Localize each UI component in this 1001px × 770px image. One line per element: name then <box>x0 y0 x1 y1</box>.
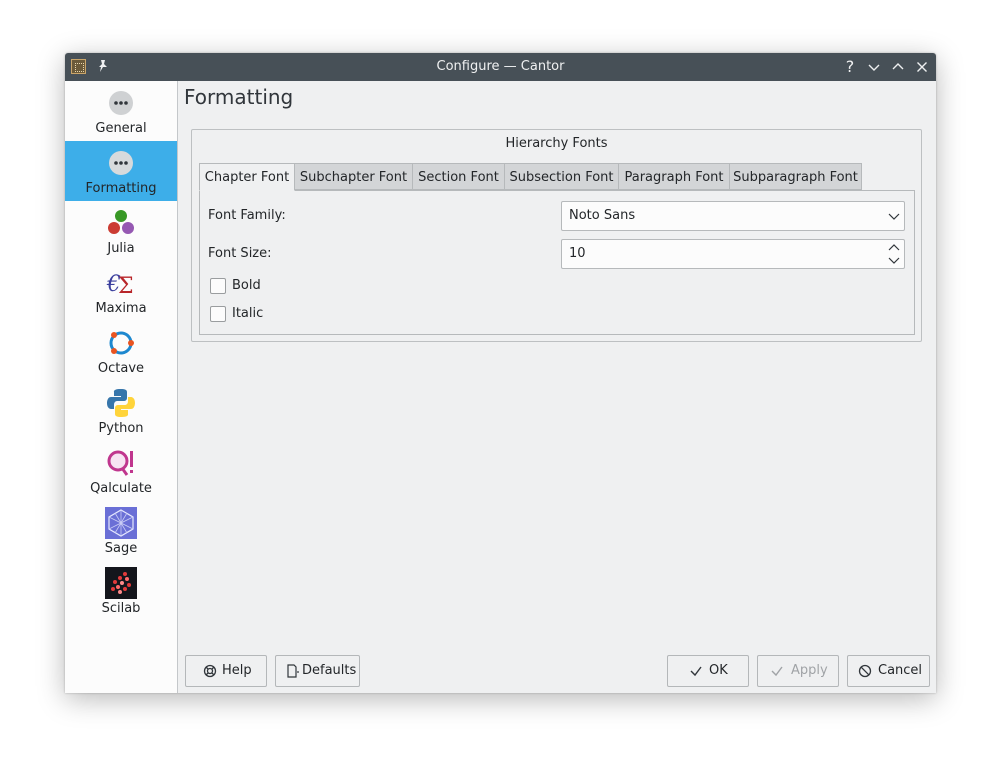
sidebar-item-scilab[interactable]: Scilab <box>65 561 177 621</box>
svg-text:Σ: Σ <box>118 274 134 299</box>
maximize-icon[interactable] <box>890 59 906 75</box>
tab-chapter-font[interactable]: Chapter Font <box>199 163 295 191</box>
spin-up-icon[interactable] <box>888 243 900 253</box>
help-button[interactable]: Help <box>185 655 267 687</box>
tab-subsection-font[interactable]: Subsection Font <box>504 163 619 190</box>
tab-section-font[interactable]: Section Font <box>412 163 505 190</box>
sidebar-item-sage[interactable]: Sage <box>65 501 177 561</box>
defaults-button[interactable]: Defaults <box>275 655 360 687</box>
sidebar-item-label: General <box>95 121 147 136</box>
more-dots-icon <box>109 91 133 115</box>
julia-logo-icon <box>108 210 134 234</box>
document-revert-icon <box>287 664 299 678</box>
sidebar-item-maxima[interactable]: € Σ Maxima <box>65 261 177 321</box>
checkmark-icon <box>690 666 702 677</box>
qalculate-logo-icon <box>107 450 133 476</box>
ok-button[interactable]: OK <box>667 655 749 687</box>
scilab-logo-icon <box>105 567 137 599</box>
sidebar-item-label: Octave <box>97 361 145 376</box>
italic-label[interactable]: Italic <box>232 306 263 321</box>
font-size-spinbox[interactable]: 10 <box>561 239 905 269</box>
tab-subchapter-font[interactable]: Subchapter Font <box>294 163 413 190</box>
bold-checkbox[interactable] <box>210 278 226 294</box>
octave-logo-icon <box>109 331 134 355</box>
sidebar-item-qalculate[interactable]: Qalculate <box>65 441 177 501</box>
font-size-value: 10 <box>569 246 586 261</box>
python-logo-icon <box>107 389 135 417</box>
sidebar-item-label: Python <box>98 421 144 436</box>
help-button-label: Help <box>222 663 252 678</box>
chevron-down-icon <box>888 213 900 220</box>
configure-dialog: Configure — Cantor ? General Formatting <box>65 53 936 693</box>
font-family-combobox[interactable]: Noto Sans <box>561 201 905 231</box>
page-list-sidebar: General Formatting Julia € Σ Maxima Octa… <box>65 81 178 693</box>
sidebar-item-label: Maxima <box>95 301 147 316</box>
title-bar[interactable]: Configure — Cantor ? <box>65 53 936 81</box>
sidebar-item-label: Qalculate <box>90 481 152 496</box>
lifebuoy-icon <box>203 664 217 678</box>
minimize-icon[interactable] <box>866 59 882 75</box>
apply-button-label: Apply <box>791 663 828 678</box>
defaults-button-label: Defaults <box>302 663 357 678</box>
page-title: Formatting <box>184 85 294 109</box>
sage-logo-icon <box>105 507 137 539</box>
spin-down-icon[interactable] <box>888 255 900 265</box>
more-dots-icon <box>109 151 133 175</box>
italic-checkbox[interactable] <box>210 306 226 322</box>
close-icon[interactable] <box>914 59 930 75</box>
font-family-label: Font Family: <box>208 208 286 223</box>
ok-button-label: OK <box>709 663 728 678</box>
sidebar-item-label: Scilab <box>101 601 141 616</box>
apply-button[interactable]: Apply <box>757 655 839 687</box>
cancel-icon <box>858 664 872 678</box>
font-family-value: Noto Sans <box>569 208 636 223</box>
sidebar-item-julia[interactable]: Julia <box>65 201 177 261</box>
sidebar-item-python[interactable]: Python <box>65 381 177 441</box>
bold-label[interactable]: Bold <box>232 278 261 293</box>
cancel-button[interactable]: Cancel <box>847 655 930 687</box>
sidebar-item-label: Julia <box>107 241 135 256</box>
tab-paragraph-font[interactable]: Paragraph Font <box>618 163 730 190</box>
maxima-logo-icon: € Σ <box>106 272 134 299</box>
group-title: Hierarchy Fonts <box>505 136 608 151</box>
font-size-label: Font Size: <box>208 246 272 261</box>
checkmark-icon <box>771 666 783 677</box>
sidebar-item-label: Sage <box>104 541 138 556</box>
sidebar-item-formatting[interactable]: Formatting <box>65 141 177 201</box>
sidebar-item-octave[interactable]: Octave <box>65 321 177 381</box>
tab-subparagraph-font[interactable]: Subparagraph Font <box>729 163 862 190</box>
cancel-button-label: Cancel <box>878 663 923 678</box>
help-title-button[interactable]: ? <box>842 59 858 75</box>
sidebar-item-general[interactable]: General <box>65 81 177 141</box>
sidebar-item-label: Formatting <box>85 181 157 196</box>
window-title: Configure — Cantor <box>436 59 565 74</box>
